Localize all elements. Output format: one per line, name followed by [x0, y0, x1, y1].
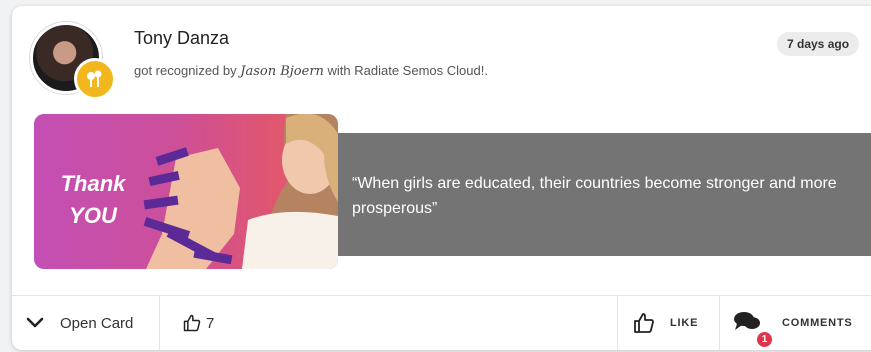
recognition-text: got recognized by Jason Bjoern with Radi…	[134, 63, 488, 79]
likes-count-group[interactable]: 7	[182, 296, 214, 350]
time-badge: 7 days ago	[777, 32, 860, 56]
recognition-suffix: with Radiate Semos Cloud!.	[327, 63, 488, 78]
footer-separator	[159, 296, 160, 350]
thumbs-up-icon	[634, 313, 654, 333]
user-name[interactable]: Tony Danza	[134, 28, 229, 49]
thank-line-2: YOU	[69, 203, 117, 228]
likes-count: 7	[206, 314, 215, 332]
avatar-group	[30, 22, 116, 108]
recognition-prefix: got recognized by	[134, 63, 237, 78]
comments-count-badge: 1	[756, 331, 773, 348]
comments-icon: 1	[734, 311, 773, 348]
thank-you-image: Thank YOU	[34, 114, 338, 269]
award-badge-icon	[74, 58, 116, 100]
open-card-label: Open Card	[60, 314, 134, 332]
thank-you-text: Thank YOU	[58, 168, 128, 232]
recognition-card: Tony Danza got recognized by Jason Bjoer…	[12, 6, 871, 350]
thumbs-up-icon	[183, 314, 201, 332]
comments-label: COMMENTS	[782, 317, 853, 329]
recognizer-name[interactable]: Jason Bjoern	[240, 64, 324, 79]
chevron-down-icon	[26, 317, 44, 328]
footer-separator	[617, 296, 618, 350]
footer-separator	[719, 296, 720, 350]
thank-line-1: Thank	[60, 171, 126, 196]
like-button[interactable]: LIKE	[632, 296, 698, 350]
like-label: LIKE	[670, 317, 699, 329]
comments-button[interactable]: 1 COMMENTS	[734, 296, 853, 350]
open-card-button[interactable]: Open Card	[26, 296, 133, 350]
quote-text: “When girls are educated, their countrie…	[352, 175, 837, 217]
